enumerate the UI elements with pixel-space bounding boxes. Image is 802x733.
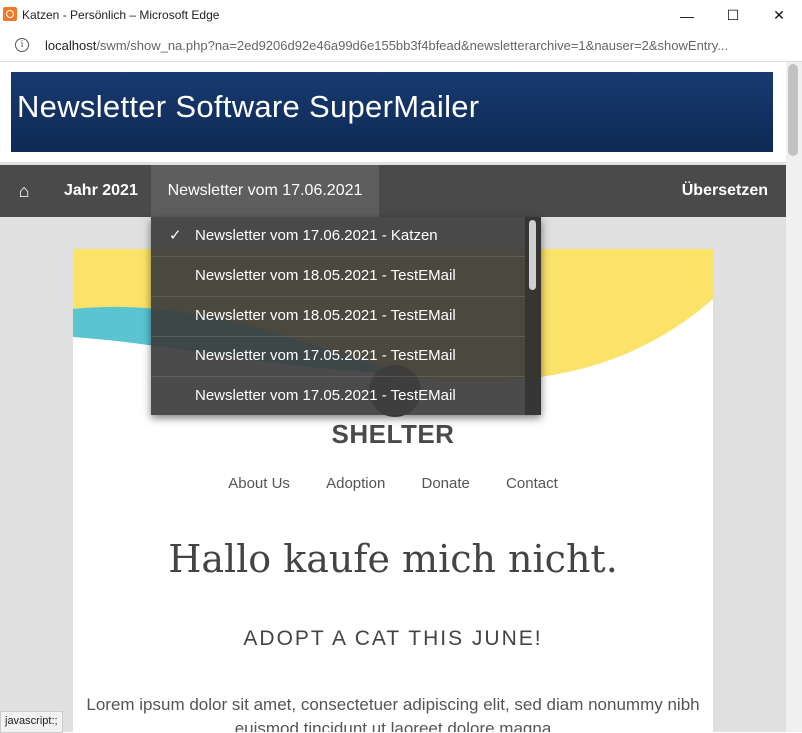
newsletter-subhead: ADOPT A CAT THIS JUNE! <box>243 627 543 650</box>
page-scroll-thumb[interactable] <box>788 64 798 156</box>
status-bar: javascript:; <box>0 711 63 733</box>
dropdown-item-label: Newsletter vom 17.05.2021 - TestEMail <box>195 387 456 404</box>
newsletter-body: Lorem ipsum dolor sit amet, consectetuer… <box>86 695 700 732</box>
menu-adoption[interactable]: Adoption <box>326 475 385 492</box>
newsletter-dropdown: ✓ Newsletter vom 17.06.2021 - Katzen New… <box>151 217 541 415</box>
page-scrollbar[interactable] <box>786 62 802 732</box>
dropdown-item-label: Newsletter vom 18.05.2021 - TestEMail <box>195 267 456 284</box>
maximize-button[interactable]: ☐ <box>710 0 756 31</box>
newsletter-menu: About Us Adoption Donate Contact <box>73 475 713 492</box>
address-bar[interactable]: i localhost/swm/show_na.php?na=2ed9206d9… <box>0 31 802 62</box>
dropdown-item[interactable]: Newsletter vom 18.05.2021 - TestEMail <box>151 257 525 297</box>
menu-contact[interactable]: Contact <box>506 475 558 492</box>
dropdown-item[interactable]: Newsletter vom 18.05.2021 - TestEMail <box>151 297 525 337</box>
info-icon[interactable]: i <box>15 38 29 52</box>
check-icon: ✓ <box>169 227 182 244</box>
nav-newsletter-select[interactable]: Newsletter vom 17.06.2021 <box>151 165 379 217</box>
dropdown-item[interactable]: Newsletter vom 17.05.2021 - TestEMail <box>151 377 525 415</box>
dropdown-item[interactable]: ✓ Newsletter vom 17.06.2021 - Katzen <box>151 217 525 257</box>
dropdown-item-label: Newsletter vom 17.06.2021 - Katzen <box>195 227 438 244</box>
page-viewport: Newsletter Software SuperMailer ⌂ Jahr 2… <box>0 62 786 732</box>
newsletter-headline: Hallo kaufe mich nicht. <box>168 537 618 581</box>
dropdown-item-label: Newsletter vom 18.05.2021 - TestEMail <box>195 307 456 324</box>
home-icon[interactable]: ⌂ <box>0 165 48 217</box>
banner-title: Newsletter Software SuperMailer <box>17 89 480 124</box>
close-button[interactable]: ✕ <box>756 0 802 31</box>
minimize-button[interactable]: — <box>664 0 710 31</box>
title-bar: Katzen - Persönlich – Microsoft Edge — ☐… <box>0 0 802 32</box>
menu-donate[interactable]: Donate <box>422 475 470 492</box>
url-host: localhost <box>45 38 97 53</box>
url-path: /swm/show_na.php?na=2ed9206d92e46a99d6e1… <box>96 38 729 53</box>
dropdown-item-label: Newsletter vom 17.05.2021 - TestEMail <box>195 347 456 364</box>
translate-link[interactable]: Übersetzen <box>682 165 768 217</box>
url-field[interactable]: localhost/swm/show_na.php?na=2ed9206d92e… <box>45 38 795 53</box>
dropdown-scroll-thumb[interactable] <box>529 220 536 290</box>
shelter-logo-text: SHELTER <box>331 419 455 449</box>
nav-year[interactable]: Jahr 2021 <box>64 165 138 217</box>
app-icon <box>3 7 17 21</box>
archive-navbar: ⌂ Jahr 2021 Newsletter vom 17.06.2021 Üb… <box>0 165 786 217</box>
menu-about-us[interactable]: About Us <box>228 475 290 492</box>
banner-area: Newsletter Software SuperMailer <box>0 62 786 162</box>
dropdown-item[interactable]: Newsletter vom 17.05.2021 - TestEMail <box>151 337 525 377</box>
window-title: Katzen - Persönlich – Microsoft Edge <box>22 8 220 22</box>
